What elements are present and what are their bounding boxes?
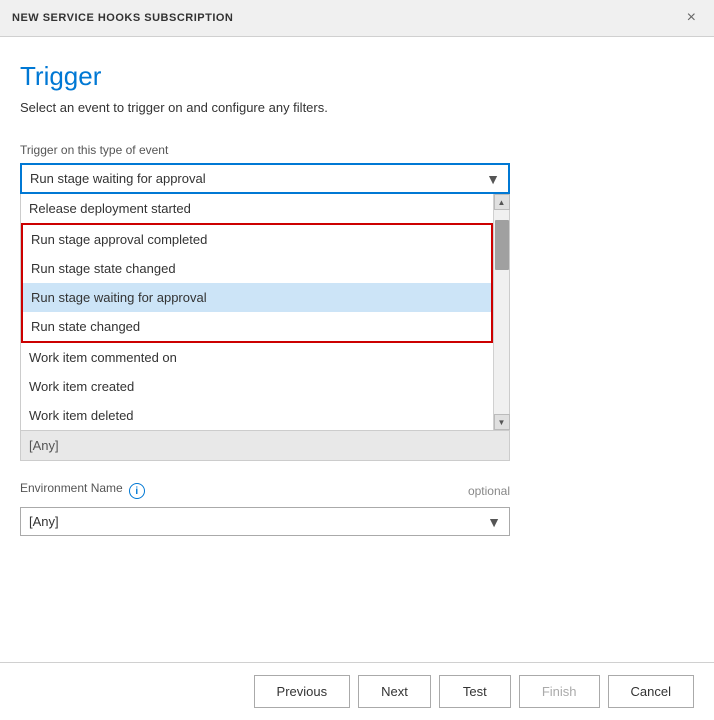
environment-name-section: Environment Name i optional [Any] ▼ (20, 481, 694, 536)
trigger-dropdown-wrapper: Run stage waiting for approval ▼ (20, 163, 510, 194)
main-content: Trigger Select an event to trigger on an… (0, 37, 714, 662)
trigger-selected-text: Run stage waiting for approval (30, 171, 206, 186)
environment-name-label: Environment Name (20, 481, 123, 495)
dialog-title: NEW SERVICE HOOKS SUBSCRIPTION (12, 12, 233, 24)
list-item[interactable]: Run state changed (23, 312, 491, 341)
environment-name-value: [Any] (29, 514, 59, 529)
trigger-field-label: Trigger on this type of event (20, 143, 694, 157)
scroll-up-button[interactable]: ▲ (494, 194, 510, 210)
scroll-thumb[interactable] (495, 220, 509, 270)
cancel-button[interactable]: Cancel (608, 675, 694, 708)
trigger-dropdown-open: Release deployment started Run stage app… (20, 194, 510, 431)
dropdown-list-items: Release deployment started Run stage app… (21, 194, 493, 430)
next-button[interactable]: Next (358, 675, 431, 708)
scroll-thumb-area (494, 210, 509, 414)
trigger-dropdown-selected[interactable]: Run stage waiting for approval ▼ (20, 163, 510, 194)
info-icon[interactable]: i (129, 483, 145, 499)
any-filter-text: [Any] (29, 438, 59, 453)
highlighted-group: Run stage approval completed Run stage s… (21, 223, 493, 343)
page-title: Trigger (20, 61, 694, 92)
list-item-selected[interactable]: Run stage waiting for approval (23, 283, 491, 312)
test-button[interactable]: Test (439, 675, 511, 708)
any-filter-area: [Any] (20, 431, 510, 461)
scrollbar-track: ▲ ▼ (493, 194, 509, 430)
list-item[interactable]: Run stage state changed (23, 254, 491, 283)
list-item[interactable]: Release deployment started (21, 194, 493, 223)
environment-name-dropdown[interactable]: [Any] ▼ (20, 507, 510, 536)
finish-button[interactable]: Finish (519, 675, 600, 708)
env-dropdown-chevron-icon: ▼ (487, 514, 501, 530)
previous-button[interactable]: Previous (254, 675, 351, 708)
scroll-down-button[interactable]: ▼ (494, 414, 510, 430)
list-item[interactable]: Run stage approval completed (23, 225, 491, 254)
environment-name-label-left: Environment Name i (20, 481, 145, 501)
list-item[interactable]: Work item deleted (21, 401, 493, 430)
title-bar: NEW SERVICE HOOKS SUBSCRIPTION × (0, 0, 714, 37)
list-item[interactable]: Work item commented on (21, 343, 493, 372)
dropdown-chevron-icon: ▼ (486, 171, 500, 187)
dialog-footer: Previous Next Test Finish Cancel (0, 662, 714, 720)
dropdown-list-container: Release deployment started Run stage app… (20, 194, 510, 431)
form-section: Trigger on this type of event Run stage … (20, 143, 694, 646)
environment-name-label-row: Environment Name i optional (20, 481, 510, 501)
page-subtitle: Select an event to trigger on and config… (20, 100, 694, 115)
close-button[interactable]: × (681, 8, 702, 28)
optional-label: optional (468, 484, 510, 498)
list-item[interactable]: Work item created (21, 372, 493, 401)
